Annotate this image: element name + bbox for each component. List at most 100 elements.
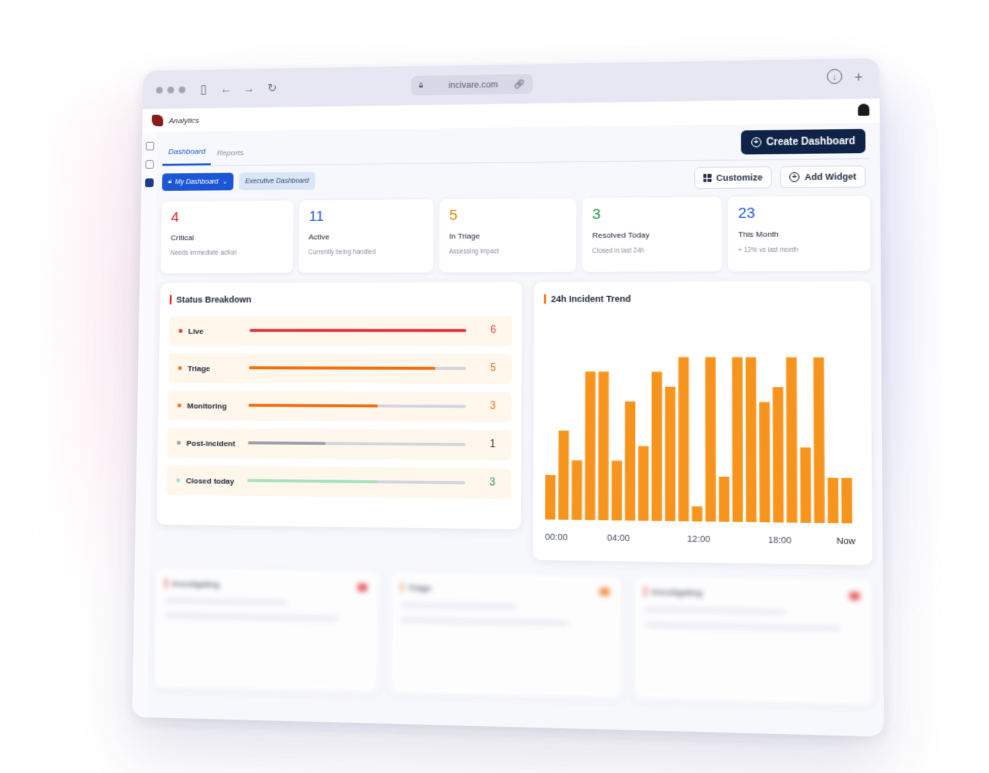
my-dashboard-label: My Dashboard (175, 178, 218, 185)
status-progress-track (247, 479, 465, 484)
create-dashboard-button[interactable]: + Create Dashboard (741, 129, 866, 155)
stat-card-resolved-today[interactable]: 3 Resolved Today Closed in last 24h (582, 197, 722, 272)
main-content: Dashboard Reports + Create Dashboard 🔒︎ … (153, 123, 873, 737)
incident-lanes: Investigating Triage Investigating (154, 568, 874, 705)
trend-bar[interactable] (705, 357, 716, 522)
status-label: Triage (188, 364, 248, 373)
status-progress-track (249, 366, 466, 370)
trend-bar[interactable] (773, 387, 784, 522)
trend-bar[interactable] (828, 478, 839, 524)
trend-bar[interactable] (786, 357, 797, 522)
status-label: Closed today (186, 476, 246, 486)
stat-cards: 4 Critical Needs immediate action 11 Act… (161, 196, 871, 274)
address-bar[interactable]: 🔒︎ incivare.com 🔗︎ (411, 74, 533, 96)
download-icon[interactable]: ↓ (827, 69, 843, 84)
minimize-dot-icon[interactable] (167, 86, 174, 93)
home-icon[interactable] (145, 142, 154, 151)
alert-icon[interactable] (145, 160, 154, 169)
status-dot-icon (179, 329, 183, 333)
trend-bar[interactable] (732, 357, 743, 522)
status-dot-icon (177, 403, 181, 407)
tab-dashboard[interactable]: Dashboard (162, 147, 211, 166)
sidebar-toggle-icon[interactable]: ▯ (197, 82, 210, 96)
stat-label: Critical (171, 233, 284, 242)
status-row[interactable]: Post-incident 1 (167, 428, 511, 461)
stat-value: 5 (449, 206, 566, 224)
analytics-icon[interactable] (145, 178, 154, 187)
url-text: incivare.com (448, 79, 513, 90)
trend-bar[interactable] (545, 475, 555, 520)
status-dot-icon (176, 478, 180, 482)
trend-bar[interactable] (719, 477, 730, 522)
trend-bar[interactable] (759, 402, 770, 522)
forward-arrow-icon[interactable]: → (242, 81, 256, 95)
status-progress-fill (248, 441, 326, 445)
my-dashboard-dropdown[interactable]: 🔒︎ My Dashboard ⌄ (162, 173, 234, 191)
dashboard-toolbar: 🔒︎ My Dashboard ⌄ Executive Dashboard Cu… (162, 159, 870, 198)
status-count: 1 (490, 439, 496, 450)
lane-badge (849, 592, 860, 601)
incident-trend-chart: 00:00 04:00 12:00 18:00 Now (533, 281, 868, 565)
status-count: 3 (490, 477, 496, 488)
status-progress-track (248, 441, 465, 446)
stat-subtext: Assessing impact (449, 248, 566, 256)
trend-bar[interactable] (678, 357, 689, 521)
plus-circle-icon: + (751, 137, 761, 147)
status-row[interactable]: Monitoring 3 (168, 391, 512, 423)
lane-card[interactable]: Investigating (634, 576, 873, 705)
trend-bar[interactable] (652, 372, 662, 521)
stat-subtext: + 12% vs last month (738, 246, 860, 254)
trend-bar[interactable] (612, 461, 622, 521)
trend-bar[interactable] (585, 372, 596, 521)
lane-card[interactable]: Triage (390, 572, 622, 699)
trend-bar[interactable] (665, 387, 675, 521)
plus-circle-icon: + (789, 172, 799, 182)
trend-bar[interactable] (813, 357, 824, 523)
lane-badge (357, 583, 367, 591)
stat-card-in-triage[interactable]: 5 In Triage Assessing impact (439, 198, 576, 272)
close-dot-icon[interactable] (156, 86, 163, 93)
status-dot-icon (178, 366, 182, 370)
trend-bar[interactable] (558, 431, 569, 520)
stat-card-critical[interactable]: 4 Critical Needs immediate action (161, 200, 294, 273)
trend-bar[interactable] (841, 478, 852, 524)
share-link-icon[interactable]: 🔗︎ (514, 78, 525, 89)
lock-icon: 🔒︎ (419, 81, 423, 91)
stat-card-this-month[interactable]: 23 This Month + 12% vs last month (728, 196, 871, 272)
executive-dashboard-chip[interactable]: Executive Dashboard (239, 172, 315, 190)
status-count: 6 (490, 325, 496, 336)
add-widget-button[interactable]: + Add Widget (780, 165, 866, 188)
status-breakdown-title: Status Breakdown (176, 295, 251, 305)
tab-reports[interactable]: Reports (211, 148, 249, 165)
lane-card[interactable]: Investigating (154, 568, 380, 693)
trend-bar[interactable] (625, 401, 636, 520)
customize-button[interactable]: Customize (694, 166, 772, 189)
lane-title: Investigating (172, 579, 220, 589)
x-tick-label: Now (837, 535, 857, 546)
status-row[interactable]: Live 6 (169, 316, 512, 346)
trend-bar[interactable] (692, 506, 702, 521)
trend-bar[interactable] (572, 460, 582, 520)
status-row[interactable]: Closed today 3 (167, 465, 512, 499)
status-dot-icon (177, 441, 181, 445)
reload-icon[interactable]: ↻ (265, 81, 279, 95)
stat-value: 11 (309, 207, 424, 225)
bell-icon[interactable] (858, 104, 869, 116)
grid-icon (703, 174, 711, 182)
stat-card-active[interactable]: 11 Active Currently being handled (299, 199, 434, 273)
trend-bar[interactable] (746, 357, 757, 522)
status-progress-track (249, 404, 466, 408)
window-controls[interactable] (156, 86, 185, 93)
status-row[interactable]: Triage 5 (168, 353, 511, 384)
accent-bar (170, 295, 172, 305)
back-arrow-icon[interactable]: ← (219, 82, 233, 96)
trend-bar[interactable] (800, 447, 811, 523)
trend-bar[interactable] (598, 372, 609, 521)
lock-icon: 🔒︎ (168, 178, 172, 186)
maximize-dot-icon[interactable] (179, 86, 186, 93)
stat-label: In Triage (449, 231, 566, 241)
status-progress-fill (249, 404, 379, 408)
new-tab-plus-icon[interactable]: + (854, 68, 863, 84)
trend-bar[interactable] (638, 446, 648, 521)
incident-trend-panel: 24h Incident Trend 00:00 04:00 12:00 18:00 N… (533, 281, 872, 565)
